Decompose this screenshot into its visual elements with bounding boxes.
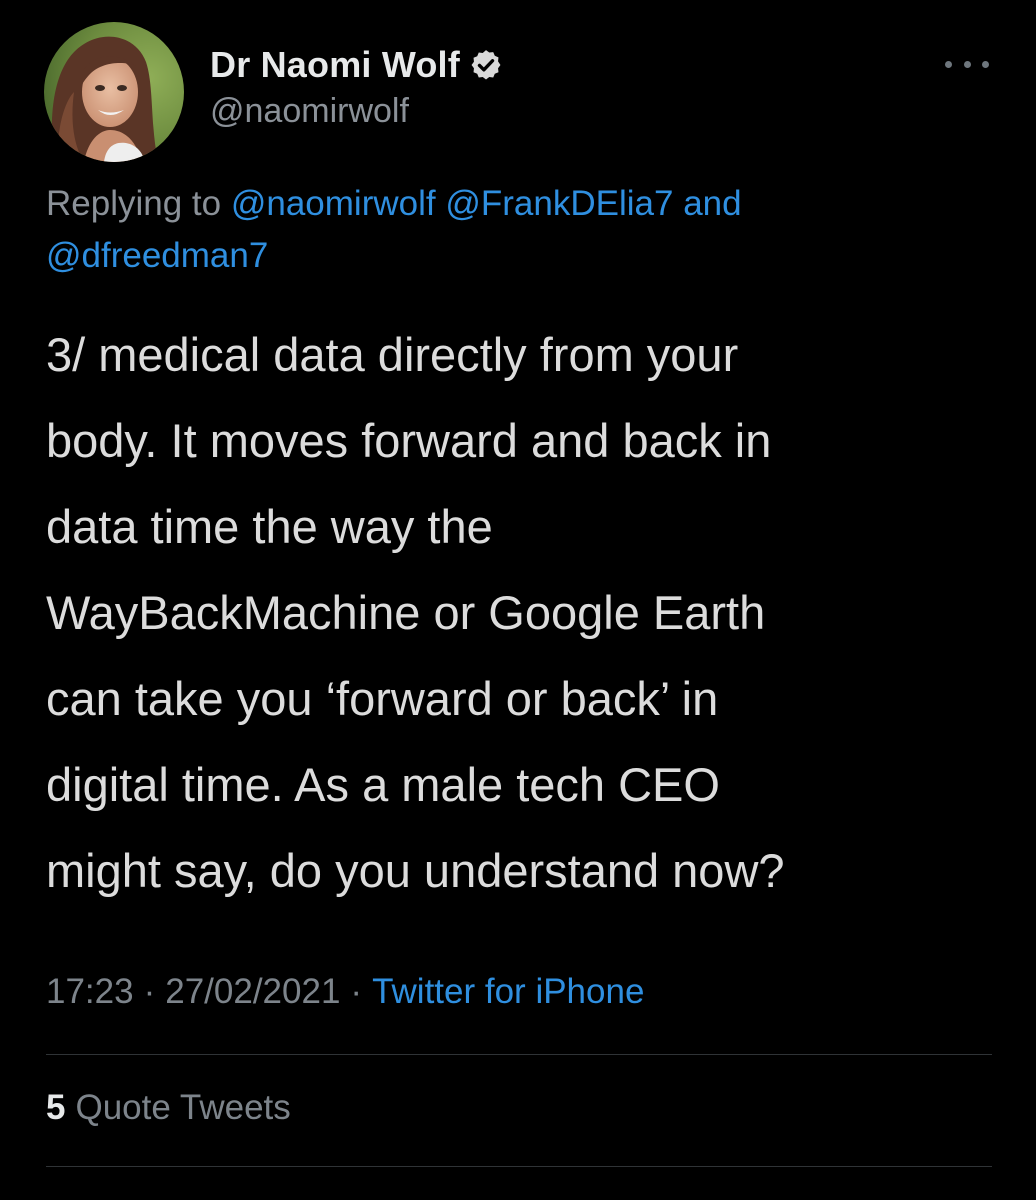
display-name-row: Dr Naomi Wolf <box>210 42 503 88</box>
mention-link[interactable]: @FrankDElia7 <box>445 184 673 223</box>
tweet-time[interactable]: 17:23 <box>46 972 134 1011</box>
tweet-date[interactable]: 27/02/2021 <box>165 972 340 1011</box>
reply-context: Replying to @naomirwolf @FrankDElia7 and… <box>46 178 946 282</box>
tweet-text-line: body. It moves forward and back in <box>46 414 772 467</box>
tweet-text-line: data time the way the <box>46 500 493 553</box>
username-handle[interactable]: @naomirwolf <box>210 92 503 131</box>
tweet-text-line: WayBackMachine or Google Earth <box>46 586 766 639</box>
more-horizontal-icon-dot <box>982 60 989 68</box>
verified-badge-icon <box>469 48 503 82</box>
more-horizontal-icon-dot <box>945 60 952 68</box>
reply-others-link[interactable]: and <box>683 184 741 223</box>
avatar[interactable] <box>44 22 184 162</box>
divider <box>46 1054 992 1055</box>
more-horizontal-icon-dot <box>963 60 971 68</box>
quote-tweets-label: Quote Tweets <box>75 1088 291 1127</box>
tweet-text-line: might say, do you understand now? <box>46 844 785 897</box>
mention-link[interactable]: @dfreedman7 <box>46 236 268 275</box>
tweet-metadata: 17:23 · 27/02/2021 · Twitter for iPhone <box>46 972 644 1012</box>
tweet-text-line: can take you ‘forward or back’ in <box>46 672 719 725</box>
tweet-source-link[interactable]: Twitter for iPhone <box>372 972 644 1011</box>
quote-tweets-count: 5 <box>46 1088 66 1127</box>
tweet-detail: Dr Naomi Wolf @naomirwolf Replying to @n… <box>0 0 1036 1200</box>
replying-to-label: Replying to <box>46 184 222 223</box>
divider <box>46 1166 992 1167</box>
mention-link[interactable]: @naomirwolf <box>231 184 436 223</box>
author-block: Dr Naomi Wolf @naomirwolf <box>210 42 503 131</box>
more-options-button[interactable] <box>945 52 989 76</box>
separator: · <box>350 972 363 1011</box>
tweet-text-line: digital time. As a male tech CEO <box>46 758 720 811</box>
tweet-text: 3/ medical data directly from your body.… <box>46 312 996 914</box>
display-name[interactable]: Dr Naomi Wolf <box>210 44 460 86</box>
tweet-text-line: 3/ medical data directly from your <box>46 328 739 381</box>
separator: · <box>143 972 156 1011</box>
quote-tweets-link[interactable]: 5 Quote Tweets <box>46 1088 291 1128</box>
profile-photo <box>44 22 184 162</box>
